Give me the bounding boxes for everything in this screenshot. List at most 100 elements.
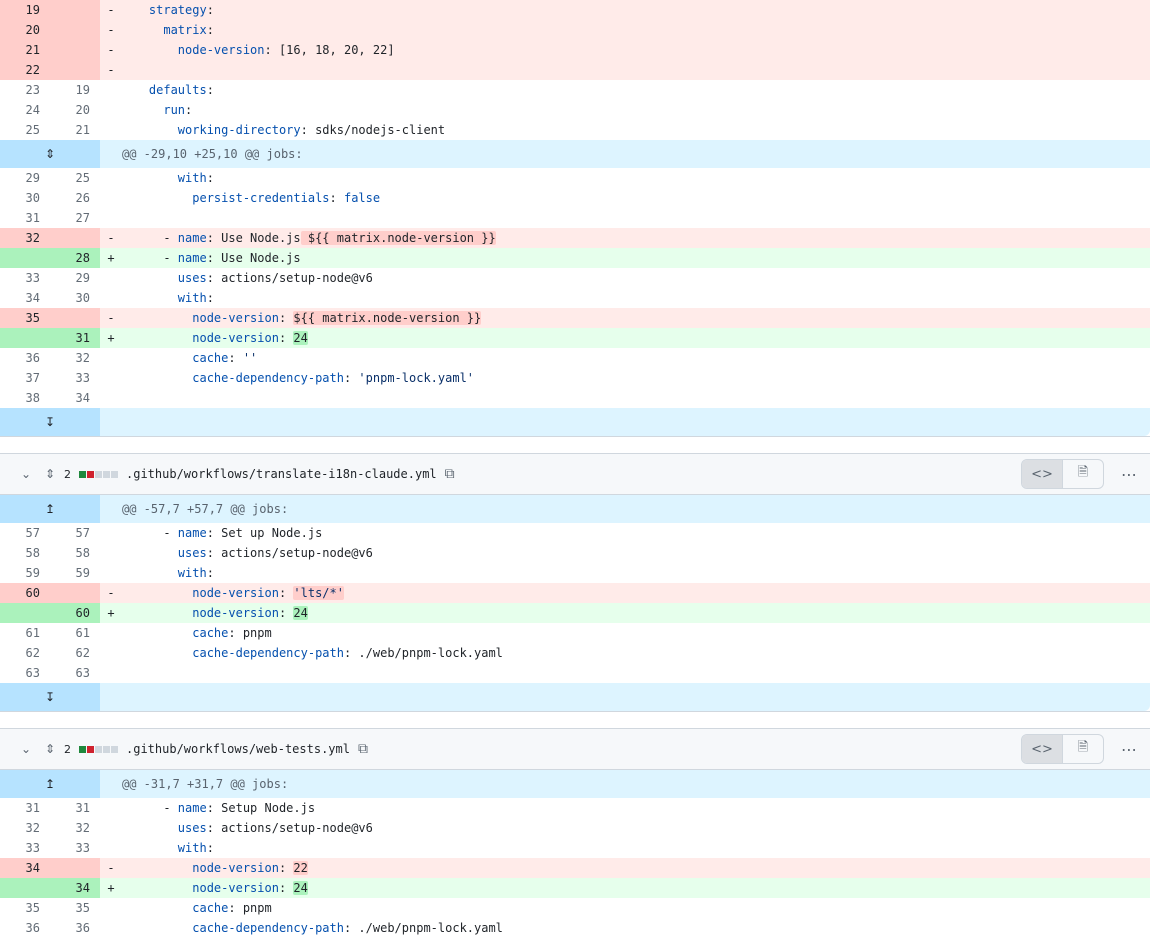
copy-icon[interactable]: ⧉ (358, 741, 368, 757)
old-line-number[interactable]: 32 (0, 818, 50, 838)
old-line-number[interactable]: 21 (0, 40, 50, 60)
new-line-number[interactable]: 57 (50, 523, 100, 543)
more-options-icon[interactable]: ⋯ (1114, 465, 1144, 484)
new-line-number[interactable] (50, 20, 100, 40)
expand-file-icon[interactable]: ⇕ (42, 467, 58, 481)
old-line-number[interactable] (0, 328, 50, 348)
new-line-number[interactable]: 27 (50, 208, 100, 228)
file-view-icon[interactable]: 🗎 (1063, 460, 1103, 488)
new-line-number[interactable] (50, 228, 100, 248)
old-line-number[interactable]: 31 (0, 798, 50, 818)
old-line-number[interactable]: 33 (0, 838, 50, 858)
old-line-number[interactable]: 38 (0, 388, 50, 408)
new-line-number[interactable]: 19 (50, 80, 100, 100)
more-options-icon[interactable]: ⋯ (1114, 740, 1144, 759)
old-line-number[interactable]: 35 (0, 898, 50, 918)
code-token: : (206, 566, 214, 580)
diff-line-del: 21 - node-version: [16, 18, 20, 22] (0, 40, 1150, 60)
new-line-number[interactable]: 58 (50, 543, 100, 563)
expand-file-icon[interactable]: ⇕ (42, 742, 58, 756)
new-line-number[interactable]: 26 (50, 188, 100, 208)
old-line-number[interactable]: 35 (0, 308, 50, 328)
old-line-number[interactable]: 58 (0, 543, 50, 563)
old-line-number[interactable]: 61 (0, 623, 50, 643)
new-line-number[interactable]: 63 (50, 663, 100, 683)
new-line-number[interactable]: 21 (50, 120, 100, 140)
new-line-number[interactable]: 30 (50, 288, 100, 308)
old-line-number[interactable]: 24 (0, 100, 50, 120)
old-line-number[interactable]: 57 (0, 523, 50, 543)
new-line-number[interactable]: 61 (50, 623, 100, 643)
code-token: name (177, 801, 207, 815)
diff-sign (100, 663, 120, 683)
old-line-number[interactable] (0, 603, 50, 623)
new-line-number[interactable]: 34 (50, 878, 100, 898)
expand-down-button[interactable]: ↧ (0, 408, 100, 436)
chevron-down-icon[interactable]: ⌄ (18, 742, 34, 756)
new-line-number[interactable]: 20 (50, 100, 100, 120)
diff-sign (100, 368, 120, 388)
old-line-number[interactable]: 25 (0, 120, 50, 140)
old-line-number[interactable]: 22 (0, 60, 50, 80)
code-text: cache-dependency-path: ./web/pnpm-lock.y… (120, 918, 1150, 938)
old-line-number[interactable]: 29 (0, 168, 50, 188)
expand-both-button[interactable]: ⇕ (0, 140, 100, 168)
new-line-number[interactable]: 31 (50, 798, 100, 818)
chevron-down-icon[interactable]: ⌄ (18, 467, 34, 481)
old-line-number[interactable]: 34 (0, 288, 50, 308)
file-view-icon[interactable]: 🗎 (1063, 735, 1103, 763)
new-line-number[interactable]: 35 (50, 898, 100, 918)
diff-sign (100, 208, 120, 228)
code-view-icon[interactable]: <> (1022, 460, 1063, 488)
new-line-number[interactable]: 31 (50, 328, 100, 348)
new-line-number[interactable] (50, 858, 100, 878)
new-line-number[interactable]: 32 (50, 348, 100, 368)
old-line-number[interactable]: 19 (0, 0, 50, 20)
new-line-number[interactable] (50, 308, 100, 328)
new-line-number[interactable]: 33 (50, 368, 100, 388)
new-line-number[interactable] (50, 60, 100, 80)
new-line-number[interactable]: 25 (50, 168, 100, 188)
new-line-number[interactable]: 62 (50, 643, 100, 663)
diff-sign (100, 798, 120, 818)
old-line-number[interactable]: 60 (0, 583, 50, 603)
file-path[interactable]: .github/workflows/web-tests.yml (126, 742, 350, 756)
new-line-number[interactable] (50, 583, 100, 603)
old-line-number[interactable]: 62 (0, 643, 50, 663)
old-line-number[interactable]: 31 (0, 208, 50, 228)
new-line-number[interactable]: 34 (50, 388, 100, 408)
new-line-number[interactable]: 60 (50, 603, 100, 623)
old-line-number[interactable]: 36 (0, 918, 50, 938)
code-view-icon[interactable]: <> (1022, 735, 1063, 763)
code-token: run (163, 103, 186, 117)
old-line-number[interactable]: 37 (0, 368, 50, 388)
old-line-number[interactable] (0, 878, 50, 898)
code-token: : (278, 586, 294, 600)
expand-up-button[interactable]: ↥ (0, 495, 100, 523)
new-line-number[interactable]: 36 (50, 918, 100, 938)
file-path[interactable]: .github/workflows/translate-i18n-claude.… (126, 467, 437, 481)
code-token: node-version (177, 43, 265, 57)
new-line-number[interactable]: 29 (50, 268, 100, 288)
diff-sign: + (107, 331, 115, 345)
new-line-number[interactable]: 59 (50, 563, 100, 583)
new-line-number[interactable]: 28 (50, 248, 100, 268)
new-line-number[interactable]: 33 (50, 838, 100, 858)
old-line-number[interactable]: 32 (0, 228, 50, 248)
new-line-number[interactable]: 32 (50, 818, 100, 838)
old-line-number[interactable]: 59 (0, 563, 50, 583)
old-line-number[interactable]: 20 (0, 20, 50, 40)
old-line-number[interactable]: 36 (0, 348, 50, 368)
old-line-number[interactable]: 33 (0, 268, 50, 288)
expand-down-button[interactable]: ↧ (0, 683, 100, 711)
old-line-number[interactable]: 30 (0, 188, 50, 208)
old-line-number[interactable] (0, 248, 50, 268)
copy-icon[interactable]: ⧉ (445, 466, 455, 482)
old-line-number[interactable]: 63 (0, 663, 50, 683)
new-line-number[interactable] (50, 40, 100, 60)
old-line-number[interactable]: 23 (0, 80, 50, 100)
new-line-number[interactable] (50, 0, 100, 20)
old-line-number[interactable]: 34 (0, 858, 50, 878)
expand-up-button[interactable]: ↥ (0, 770, 100, 798)
